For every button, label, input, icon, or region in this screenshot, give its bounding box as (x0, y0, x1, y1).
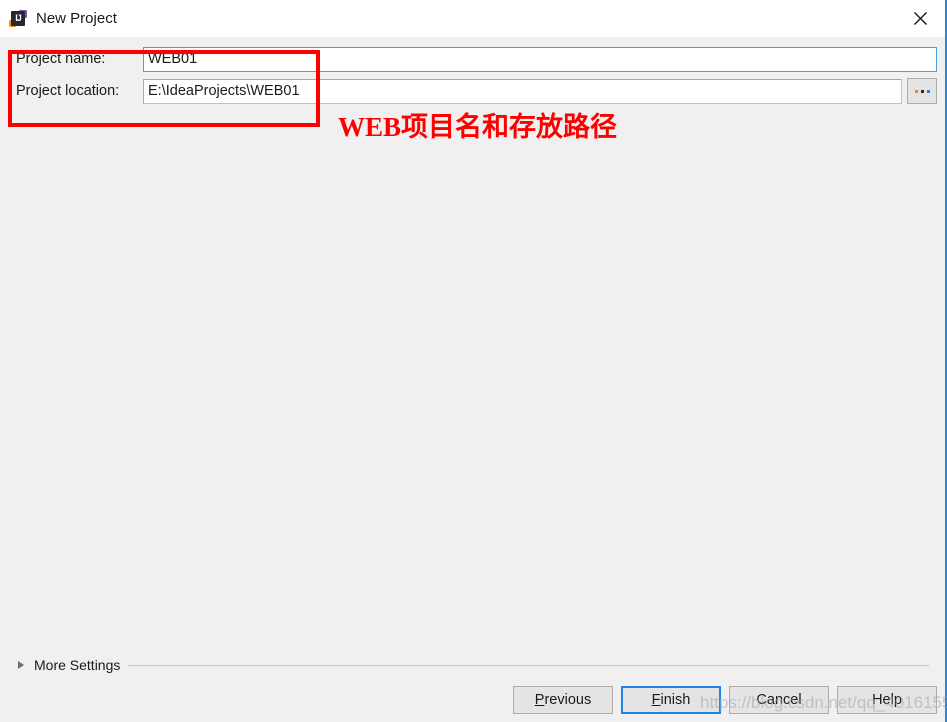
project-location-row: Project location: (0, 75, 945, 107)
ellipsis-icon-dot-1 (914, 89, 918, 93)
finish-button-mnemonic: F (651, 692, 661, 708)
more-settings-divider (128, 664, 929, 666)
project-form: Project name: Project location: (0, 43, 945, 127)
help-button[interactable]: Help (837, 686, 937, 714)
dialog-content: Project name: Project location: WEB项目名和存… (0, 37, 945, 722)
help-button-label: Help (872, 692, 902, 708)
ellipsis-icon-dot-3 (926, 89, 930, 93)
dialog-button-bar: Previous Finish Cancel Help (513, 686, 937, 714)
cancel-button[interactable]: Cancel (729, 686, 829, 714)
cancel-button-label: Cancel (756, 692, 802, 708)
intellij-idea-icon: IJ (9, 9, 27, 28)
project-name-label: Project name: (16, 51, 106, 67)
project-location-label: Project location: (16, 83, 120, 99)
ellipsis-icon-dot-2 (920, 89, 924, 93)
project-name-row: Project name: (0, 43, 945, 75)
previous-button[interactable]: Previous (513, 686, 613, 714)
annotation-label: WEB项目名和存放路径 (338, 112, 618, 142)
project-location-input[interactable] (143, 78, 902, 104)
app-icon-label: IJ (15, 12, 22, 23)
more-settings-toggle[interactable]: More Settings (0, 654, 945, 676)
previous-button-label: revious (544, 692, 592, 708)
title-bar: IJ New Project (0, 0, 945, 37)
finish-button[interactable]: Finish (621, 686, 721, 714)
finish-button-label: inish (660, 692, 691, 708)
close-button[interactable] (897, 0, 943, 37)
more-settings-label: More Settings (34, 657, 121, 673)
previous-button-mnemonic: P (534, 692, 545, 708)
new-project-dialog: IJ New Project Project name: Project loc… (0, 0, 947, 722)
close-icon (913, 12, 927, 25)
chevron-right-icon (18, 661, 24, 669)
window-title: New Project (36, 10, 117, 27)
project-name-input[interactable] (143, 46, 937, 72)
browse-button[interactable] (907, 78, 937, 104)
